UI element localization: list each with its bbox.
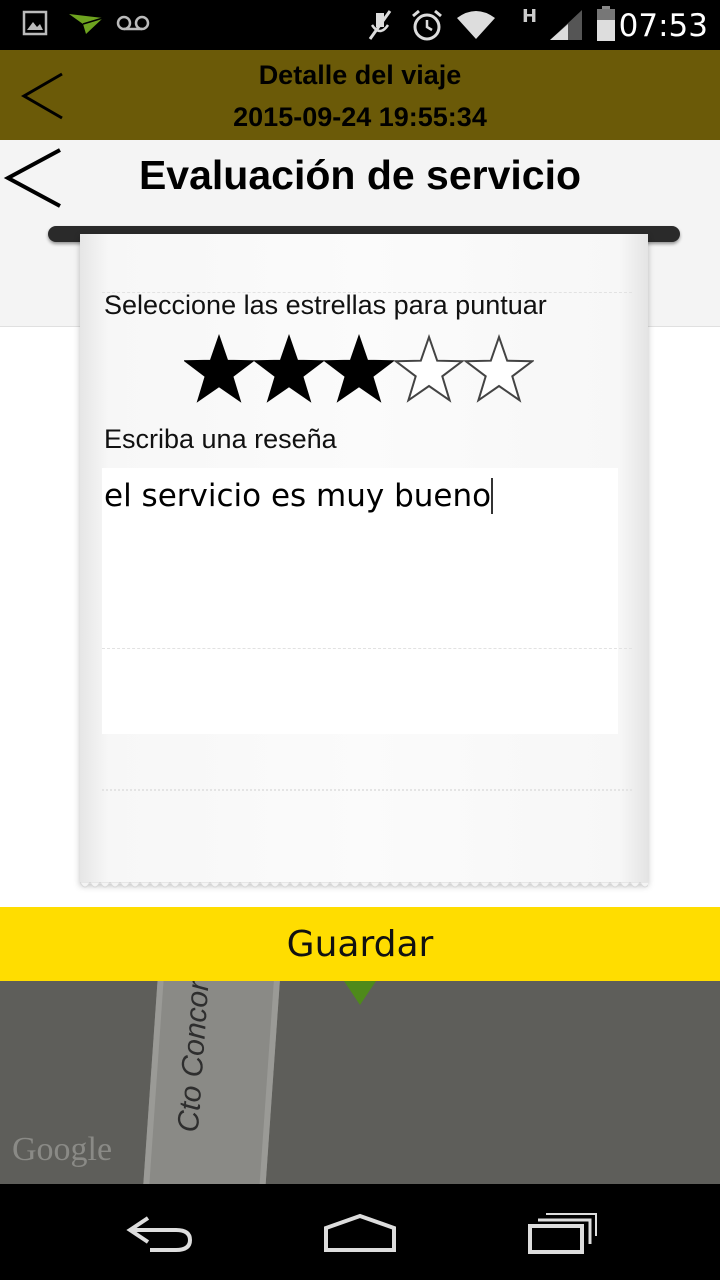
save-button[interactable]: Guardar: [0, 907, 720, 981]
status-bar: H 07:53: [0, 0, 720, 50]
star-filled-icon[interactable]: [184, 332, 254, 408]
star-empty-icon[interactable]: [464, 332, 534, 408]
voicemail-icon: [116, 15, 150, 31]
star-empty-icon[interactable]: [394, 332, 464, 408]
star-filled-icon[interactable]: [324, 332, 394, 408]
star-filled-icon[interactable]: [254, 332, 324, 408]
alarm-icon: [412, 9, 442, 41]
home-nav-icon[interactable]: [320, 1210, 400, 1256]
trip-datetime: 2015-09-24 19:55:34: [233, 102, 487, 132]
trip-title: Detalle del viaje: [258, 60, 462, 90]
back-nav-icon[interactable]: [120, 1210, 200, 1256]
network-type-label: H: [522, 6, 538, 27]
mute-icon: [368, 10, 392, 40]
battery-icon: [597, 6, 615, 41]
navigation-bar: [0, 1184, 720, 1280]
send-icon: [69, 14, 104, 34]
receipt-card: Seleccione las estrellas para puntuar Es…: [80, 234, 648, 888]
map-marker-icon[interactable]: [344, 981, 376, 1005]
divider: [102, 648, 632, 649]
google-attribution: Google: [12, 1131, 113, 1168]
signal-icon: [550, 10, 582, 40]
review-text: el servicio es muy bueno: [104, 478, 494, 514]
dialog-title: Evaluación de servicio: [138, 152, 582, 198]
divider: [102, 789, 632, 791]
recent-apps-icon[interactable]: [520, 1210, 600, 1256]
trip-header: Detalle del viaje 2015-09-24 19:55:34: [0, 50, 720, 140]
wifi-icon: [457, 11, 495, 39]
star-rating[interactable]: [184, 332, 534, 413]
review-label: Escriba una reseña: [104, 424, 337, 454]
review-input[interactable]: el servicio es muy bueno: [102, 468, 618, 734]
map-view[interactable]: Cto Concor Google: [0, 981, 720, 1184]
stars-label: Seleccione las estrellas para puntuar: [104, 290, 547, 320]
picture-icon: [22, 10, 48, 36]
receipt-edge: [80, 882, 648, 888]
clock: 07:53: [618, 8, 708, 44]
